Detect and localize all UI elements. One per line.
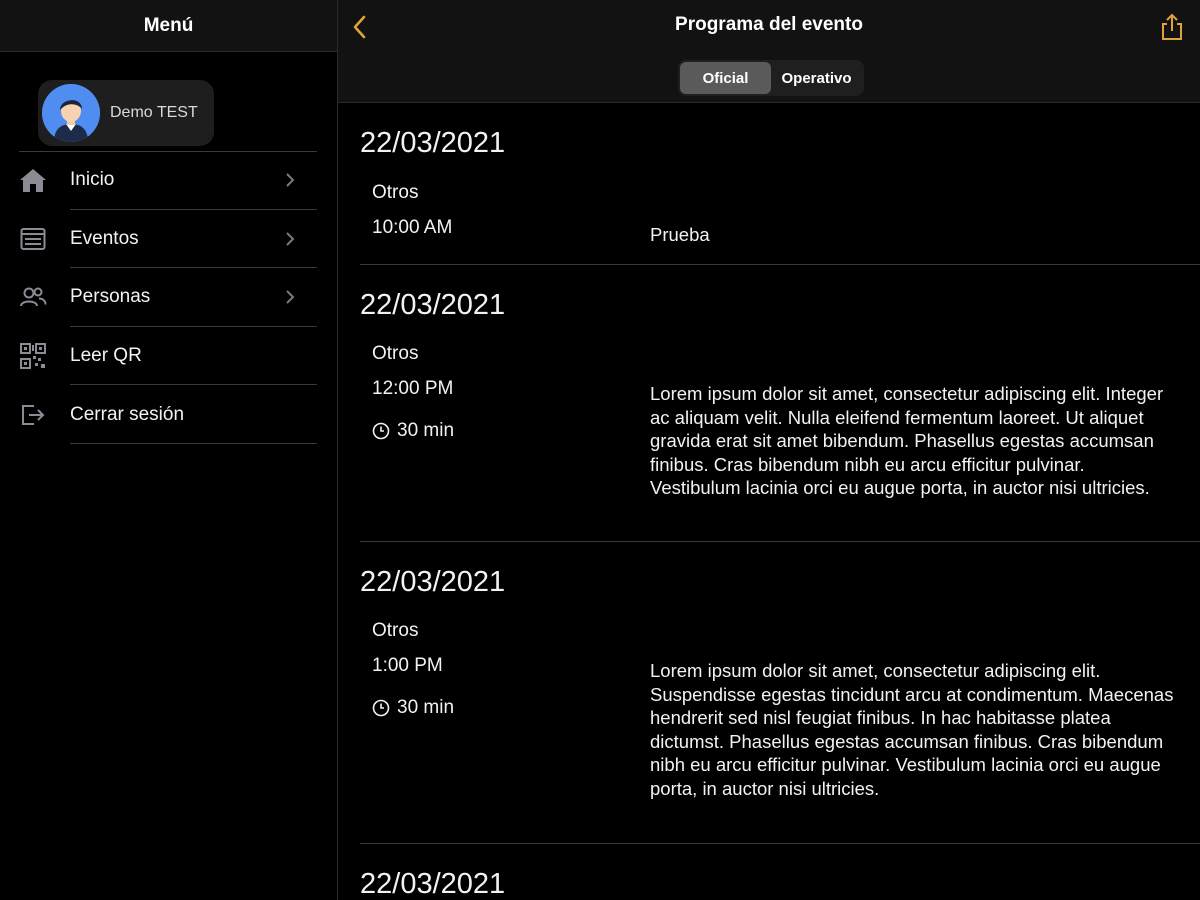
entry-duration-label: 30 min xyxy=(397,697,455,718)
sidebar-item-label: Personas xyxy=(70,286,151,308)
entry-description: Prueba xyxy=(650,224,710,245)
menu-list: Inicio Eventos Personas Leer QR Cerrar s… xyxy=(0,151,317,444)
sidebar-title: Menú xyxy=(143,14,194,36)
chevron-right-icon xyxy=(286,232,295,246)
profile-chip[interactable]: Demo TEST xyxy=(38,80,214,146)
entry-description: Lorem ipsum dolor sit amet, consectetur … xyxy=(650,383,1164,499)
segment-operativo[interactable]: Operativo xyxy=(771,62,862,94)
app-window: Menú Demo TEST Inicio Eventos Personas L… xyxy=(0,0,1200,900)
sidebar-item-label: Leer QR xyxy=(70,345,142,367)
avatar-person-icon xyxy=(42,84,100,142)
page-title: Programa del evento xyxy=(675,14,863,35)
menu-divider xyxy=(70,442,317,444)
avatar xyxy=(42,84,100,142)
logout-icon xyxy=(19,401,47,429)
share-icon[interactable] xyxy=(1158,12,1186,42)
entry-category: Otros xyxy=(372,343,419,364)
entry-duration: 30 min xyxy=(372,420,454,442)
clock-icon xyxy=(372,699,390,717)
home-icon xyxy=(19,166,47,194)
segmented-control: Oficial Operativo xyxy=(678,60,864,96)
clock-icon xyxy=(372,422,390,440)
sidebar-header: Menú xyxy=(0,0,337,52)
schedule-entry[interactable]: 22/03/2021 Otros 12:00 PM 30 min Lorem i… xyxy=(360,265,1200,542)
entry-time: 1:00 PM xyxy=(372,655,443,676)
entry-date: 22/03/2021 xyxy=(360,127,506,159)
entry-time: 10:00 AM xyxy=(372,217,453,238)
entry-duration: 30 min xyxy=(372,697,454,719)
chevron-right-icon xyxy=(286,173,295,188)
sidebar-item-cerrar-sesion[interactable]: Cerrar sesión xyxy=(0,385,317,444)
entry-date: 22/03/2021 xyxy=(360,868,506,900)
schedule-entry[interactable]: 22/03/2021 Otros 1:00 PM 30 min Lorem ip… xyxy=(360,542,1200,844)
sidebar-item-personas[interactable]: Personas xyxy=(0,268,317,327)
sidebar-item-label: Eventos xyxy=(70,227,139,249)
schedule-list: 22/03/2021 Otros 10:00 AM Prueba 22/03/2… xyxy=(360,103,1200,900)
entry-date: 22/03/2021 xyxy=(360,566,506,598)
entry-duration-label: 30 min xyxy=(397,420,455,441)
sidebar-item-inicio[interactable]: Inicio xyxy=(0,151,317,210)
people-icon xyxy=(19,283,47,311)
main-panel: Programa del evento Oficial Operativo 22… xyxy=(338,0,1200,900)
qr-code-icon xyxy=(19,342,47,370)
entry-category: Otros xyxy=(372,620,419,641)
segment-oficial[interactable]: Oficial xyxy=(680,62,771,94)
entry-time: 12:00 PM xyxy=(372,378,454,399)
sidebar-item-leer-qr[interactable]: Leer QR xyxy=(0,327,317,386)
sidebar-item-label: Cerrar sesión xyxy=(70,403,185,425)
profile-name: Demo TEST xyxy=(110,104,198,121)
sidebar-item-eventos[interactable]: Eventos xyxy=(0,210,317,269)
schedule-entry[interactable]: 22/03/2021 xyxy=(360,844,1200,900)
chevron-right-icon xyxy=(286,290,295,305)
entry-category: Otros xyxy=(372,182,419,203)
sidebar-item-label: Inicio xyxy=(70,169,115,191)
sidebar: Menú Demo TEST Inicio Eventos Personas L… xyxy=(0,0,337,900)
entry-date: 22/03/2021 xyxy=(360,289,506,321)
entry-description: Lorem ipsum dolor sit amet, consectetur … xyxy=(650,660,1174,799)
schedule-entry[interactable]: 22/03/2021 Otros 10:00 AM Prueba xyxy=(360,103,1200,265)
calendar-list-icon xyxy=(19,225,47,253)
